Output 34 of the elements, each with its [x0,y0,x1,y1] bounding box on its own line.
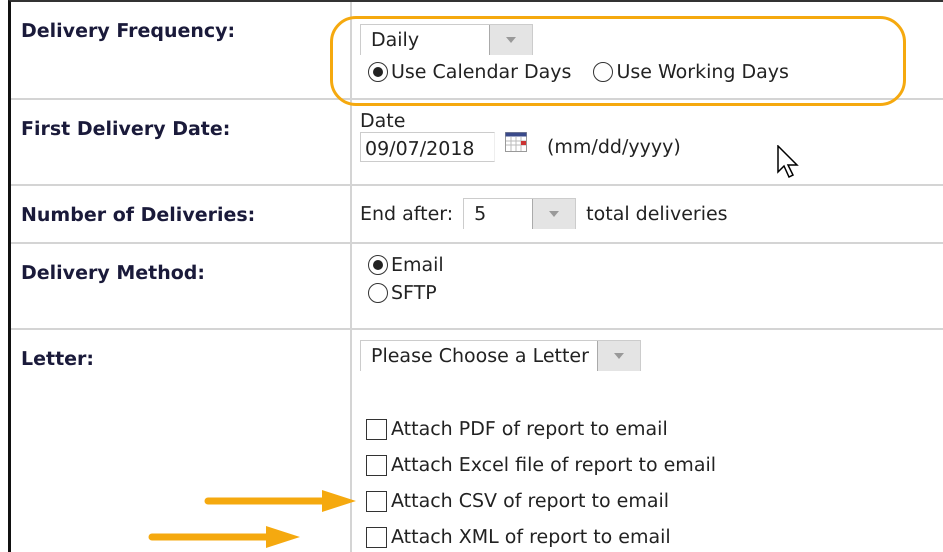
date-format-hint: (mm/dd/yyyy) [547,136,681,158]
dropdown[interactable]: Please Choose a Letter [360,340,641,371]
checkbox[interactable] [366,490,387,512]
field-label: First Delivery Date: [21,118,230,140]
radio-label: SFTP [391,282,437,304]
checkbox-label: Attach Excel file of report to email [391,454,716,476]
radio-button[interactable] [368,62,388,82]
radio-button[interactable] [368,255,388,275]
field-suffix: total deliveries [586,202,728,224]
checkbox[interactable] [366,454,387,476]
checkbox[interactable] [366,418,387,440]
checkbox-label: Attach XML of report to email [391,526,671,548]
dropdown[interactable]: 5 [463,198,576,229]
field-label: Delivery Method: [21,262,205,284]
caret-icon [549,211,560,217]
radio-label: Use Working Days [616,61,789,83]
checkbox-label: Attach CSV of report to email [391,490,670,512]
field-prefix: End after: [360,202,454,224]
radio-button[interactable] [368,283,388,303]
mouse-pointer-icon [777,145,799,179]
radio-button[interactable] [593,62,614,82]
field-label: Letter: [21,348,94,370]
field-label: Number of Deliveries: [21,204,256,226]
field-caption: Date [360,110,406,132]
checkbox[interactable] [366,526,387,548]
checkbox-label: Attach PDF of report to email [391,418,668,440]
field-label: Delivery Frequency: [21,20,236,42]
radio-label: Email [391,254,444,276]
date-field[interactable]: 09/07/2018 [360,132,495,162]
caret-icon [506,37,516,43]
caret-icon [614,353,624,359]
calendar-icon[interactable] [505,132,527,152]
radio-label: Use Calendar Days [391,61,572,83]
dropdown[interactable]: Daily [360,24,533,55]
